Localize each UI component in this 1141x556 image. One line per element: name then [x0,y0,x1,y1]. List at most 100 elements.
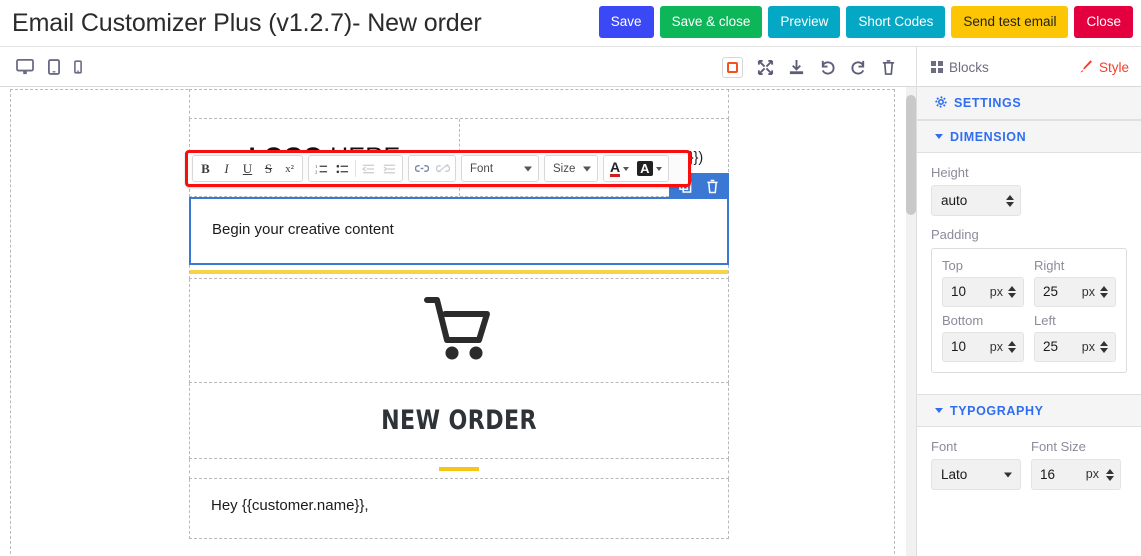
chevron-down-icon [524,166,532,171]
font-size-label: Font Size [1031,439,1086,454]
preview-button[interactable]: Preview [768,6,841,38]
italic-button[interactable]: I [216,156,237,181]
padding-right-cell: Right 25 px [1034,258,1116,307]
padding-right-label: Right [1034,258,1065,273]
height-label: Height [931,165,969,180]
background-color-glyph: A [637,161,653,176]
padding-right-input[interactable]: 25 px [1034,277,1116,307]
spacer-row[interactable] [189,89,729,119]
delete-block-icon[interactable] [706,179,719,194]
bold-button[interactable]: B [195,156,216,181]
editor-actions-group [722,47,896,87]
save-and-close-button[interactable]: Save & close [659,6,763,38]
text-color-button[interactable]: A [606,156,633,181]
mobile-icon[interactable] [74,60,82,74]
padding-top-cell: Top 10 px [942,258,1024,307]
blocks-grid-icon [931,61,943,73]
padding-bottom-input[interactable]: 10 px [942,332,1024,362]
selected-content-block[interactable]: B I U S x² 12 Font Size A A Begin your c… [185,150,729,265]
fullscreen-icon[interactable] [757,59,774,76]
tab-blocks[interactable]: Blocks [931,60,989,75]
greeting-text: Hey {{customer.name}}, [211,497,369,514]
padding-left-input[interactable]: 25 px [1034,332,1116,362]
outdent-button[interactable] [358,156,379,181]
tab-style-label: Style [1098,59,1129,75]
short-codes-button[interactable]: Short Codes [846,6,946,38]
email-heading: NEW ORDER [381,405,537,436]
heading-row[interactable]: NEW ORDER [189,383,729,459]
gear-icon [935,95,947,111]
padding-label: Padding [931,227,979,242]
device-preview-group [16,47,82,87]
font-family-value: Font [470,162,494,175]
indent-button[interactable] [379,156,400,181]
typography-section-body: Font Lato Font Size 16 px [917,427,1141,494]
padding-fieldset: Top 10 px Right 25 px Bottom 10 px Left 25 p… [931,248,1127,373]
text-color-glyph: A [610,159,621,177]
padding-top-input[interactable]: 10 px [942,277,1024,307]
dimension-section-header[interactable]: DIMENSION [917,120,1141,153]
tab-style[interactable]: Style [1079,59,1129,76]
panel-tab-bar: Blocks Style [916,47,1141,87]
settings-panel: SETTINGS DIMENSION Height auto Padding T… [916,87,1141,556]
redo-icon[interactable] [850,59,867,76]
greeting-row[interactable]: Hey {{customer.name}}, [189,479,729,539]
email-template-column: LOGO HERE Order #{{order.id}} ({{created… [185,89,729,539]
padding-left-input-unit: px [1081,340,1095,354]
email-canvas[interactable]: LOGO HERE Order #{{order.id}} ({{created… [0,87,905,556]
padding-top-input-unit: px [989,285,1003,299]
yellow-divider-row[interactable] [189,265,729,279]
padding-right-input-stepper-icon [1100,286,1108,298]
unordered-list-button[interactable] [332,156,353,181]
close-button[interactable]: Close [1074,6,1133,38]
font-field: Font Lato [931,439,1021,490]
svg-text:1: 1 [315,165,318,170]
tablet-icon[interactable] [48,59,60,75]
height-select[interactable]: auto [931,185,1021,216]
unlink-icon[interactable] [432,156,453,181]
font-size-value: Size [553,162,576,175]
app-header: Email Customizer Plus (v1.2.7)- New orde… [0,0,1141,47]
underline-button[interactable]: U [237,156,258,181]
heading-underline-row[interactable] [189,459,729,479]
chevron-down-icon [935,134,943,139]
settings-header[interactable]: SETTINGS [917,87,1141,120]
strikethrough-button[interactable]: S [258,156,279,181]
padding-left-cell: Left 25 px [1034,313,1116,362]
canvas-scrollbar-thumb[interactable] [906,95,916,215]
send-test-email-button[interactable]: Send test email [951,6,1069,38]
desktop-icon[interactable] [16,59,34,75]
shopping-cart-icon [423,294,495,367]
rte-link-group [408,155,456,182]
download-icon[interactable] [788,59,805,76]
save-button[interactable]: Save [598,6,654,38]
font-size-input[interactable]: 16 [1031,459,1121,490]
font-size-dropdown[interactable]: Size [544,155,598,182]
svg-text:2: 2 [315,170,318,174]
font-select[interactable]: Lato [931,459,1021,490]
padding-left-input-stepper-icon [1100,341,1108,353]
link-icon[interactable] [411,156,432,181]
ordered-list-button[interactable]: 12 [311,156,332,181]
padding-right-input-unit: px [1081,285,1095,299]
editor-toolbar: Blocks Style [0,47,1141,87]
superscript-button[interactable]: x² [279,156,300,181]
font-label: Font [931,439,958,454]
padding-top-label: Top [942,258,963,273]
trash-icon[interactable] [881,59,896,76]
font-family-dropdown[interactable]: Font [461,155,539,182]
typography-section-header[interactable]: TYPOGRAPHY [917,394,1141,427]
settings-label: SETTINGS [954,96,1022,110]
border-toggle-square [727,61,738,73]
background-color-button[interactable]: A [633,156,665,181]
header-actions: Save Save & close Preview Short Codes Se… [598,6,1133,38]
rich-text-toolbar: B I U S x² 12 Font Size A A [185,150,691,187]
undo-icon[interactable] [819,59,836,76]
content-block-text[interactable]: Begin your creative content [212,221,394,238]
font-select-wrap: Lato [931,459,1021,490]
padding-bottom-input-stepper-icon [1008,341,1016,353]
padding-top-input-stepper-icon [1008,286,1016,298]
cart-icon-row[interactable] [189,279,729,383]
border-toggle-icon[interactable] [722,56,743,78]
padding-bottom-label: Bottom [942,313,984,328]
